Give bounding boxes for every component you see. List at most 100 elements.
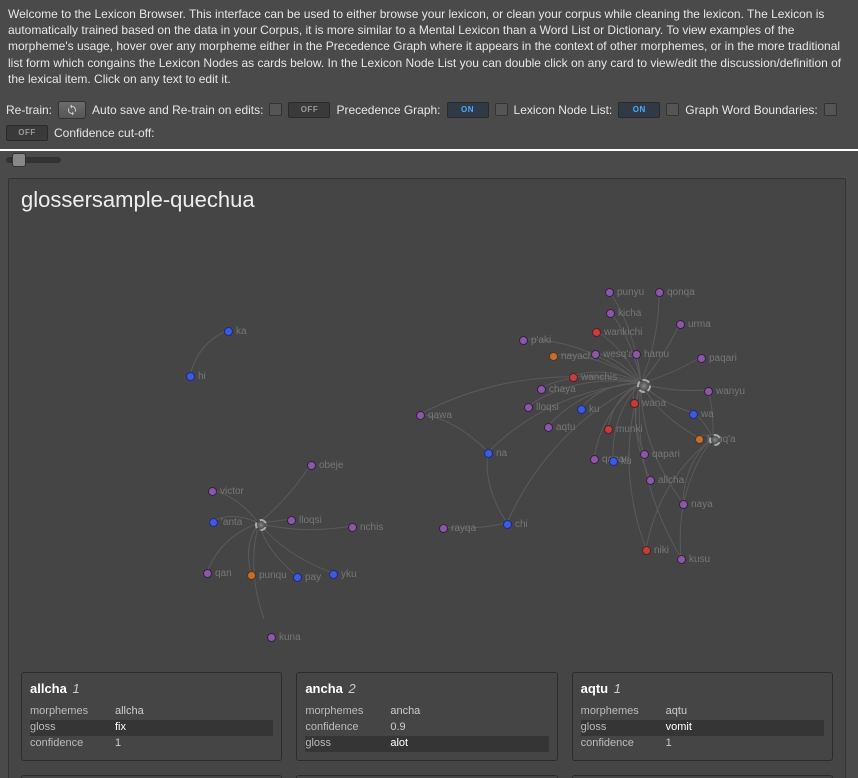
graph-node-wankichi[interactable]: wankichi [592,327,642,338]
card-row[interactable]: glossvomit [581,720,824,736]
graph-node-hamu[interactable]: hamu [632,349,669,360]
node-label: wa [701,409,714,420]
graph-node-chaya[interactable]: chaya [537,384,576,395]
graph-node-chi[interactable]: chi [503,519,528,530]
card-field-key: morphemes [581,704,666,720]
intro-text: Welcome to the Lexicon Browser. This int… [0,0,858,97]
graph-node-pay[interactable]: pay [293,572,321,583]
node-dot [484,449,493,458]
graph-node-yku[interactable]: yku [329,569,357,580]
graph-node-lloqsi[interactable]: lloqsi [287,515,322,526]
graph-node-lloqsi2[interactable]: lloqsi [524,402,559,413]
graph-node-qan[interactable]: qan [203,568,232,579]
nodelist-toggle[interactable]: ON [618,102,660,118]
card-row[interactable]: morphemesancha [305,704,548,720]
precedence-checkbox[interactable] [495,103,508,116]
node-dot [679,500,688,509]
precedence-toggle[interactable]: ON [447,102,489,118]
node-dot [646,476,655,485]
card-field-value[interactable]: aqtu [666,704,824,720]
card-row[interactable]: confidence1 [30,736,273,752]
retrain-button[interactable] [58,101,86,119]
graph-node-nayachi[interactable]: nayachi [549,351,595,362]
graph-node-wanyu[interactable]: wanyu [704,386,745,397]
graph-node-na[interactable]: na [484,448,507,459]
precedence-graph[interactable]: kahiobejevictor'antalloqsinchisqanpunqup… [9,179,845,619]
graph-node-wana[interactable]: wana [630,398,666,409]
card-field-value[interactable]: 1 [666,736,824,752]
node-dot [209,518,218,527]
graph-node-anta[interactable]: 'anta [209,517,242,528]
card-title[interactable]: allcha 1 [30,681,273,696]
node-label: wankichi [604,327,642,338]
graph-node-paqari[interactable]: paqari [697,353,737,364]
node-label: lloqsi [299,515,322,526]
card-row[interactable]: glossfix [30,720,273,736]
graph-node-ku2[interactable]: ku [609,456,632,467]
graph-node-naya[interactable]: naya [679,499,713,510]
graph-hub-hub3[interactable] [709,434,721,446]
graph-node-kicha[interactable]: kicha [606,308,641,319]
graph-node-qawa[interactable]: qawa [416,410,452,421]
graph-node-p'aki[interactable]: p'aki [519,335,551,346]
graph-node-punyu[interactable]: punyu [605,287,644,298]
card-field-value[interactable]: 1 [115,736,273,752]
graph-node-qapari2[interactable]: qapari [640,449,680,460]
boundaries-checkbox[interactable] [824,103,837,116]
node-label: kuna [279,632,301,643]
main-panel: glossersample-quechua kahiobejevictor'an… [8,178,846,778]
card-field-key: morphemes [30,704,115,720]
card-field-value[interactable]: fix [115,720,273,736]
card-title[interactable]: ancha 2 [305,681,548,696]
autosave-checkbox[interactable] [269,103,282,116]
graph-node-niki[interactable]: niki [642,545,669,556]
graph-node-nchis[interactable]: nchis [348,522,383,533]
card-row[interactable]: morphemesallcha [30,704,273,720]
node-dot [267,633,276,642]
lexicon-card-allcha[interactable]: allcha 1 morphemesallchaglossfixconfidenc… [21,672,282,761]
graph-node-munki[interactable]: munki [604,424,643,435]
card-field-value[interactable]: ancha [390,704,548,720]
lexicon-card-aqtu[interactable]: aqtu 1 morphemesaqtuglossvomitconfidence1 [572,672,833,761]
card-field-value[interactable]: allcha [115,704,273,720]
graph-node-obeje[interactable]: obeje [307,460,343,471]
graph-node-urma[interactable]: urma [676,319,711,330]
graph-node-allcha[interactable]: allcha [646,475,684,486]
graph-node-kuna[interactable]: kuna [267,632,301,643]
node-label: na [496,448,507,459]
graph-hub-hub2[interactable] [255,519,267,531]
autosave-toggle[interactable]: OFF [288,102,330,118]
graph-node-hi[interactable]: hi [186,371,206,382]
graph-node-qonqa[interactable]: qonqa [655,287,695,298]
graph-node-victor[interactable]: victor [208,486,244,497]
boundaries-toggle[interactable]: OFF [6,125,48,141]
node-dot [329,570,338,579]
graph-node-punqu[interactable]: punqu [247,570,287,581]
card-row[interactable]: glossalot [305,736,548,752]
graph-hub-hub1[interactable] [637,379,651,393]
card-field-value[interactable]: 0.9 [390,720,548,736]
graph-node-kusu[interactable]: kusu [677,554,710,565]
cutoff-slider[interactable] [6,157,61,163]
card-row[interactable]: morphemesaqtu [581,704,824,720]
graph-node-wesq'a[interactable]: wesq'a [591,349,634,360]
lexicon-card-ancha[interactable]: ancha 2 morphemesanchaconfidence0.9glossa… [296,672,557,761]
graph-node-ka[interactable]: ka [224,326,247,337]
node-label: wanyu [716,386,745,397]
card-field-value[interactable]: vomit [666,720,824,736]
node-dot [655,288,664,297]
nodelist-checkbox[interactable] [666,103,679,116]
node-label: qan [215,568,232,579]
graph-node-rayqa[interactable]: rayqa [439,523,476,534]
node-dot [704,387,713,396]
card-row[interactable]: confidence1 [581,736,824,752]
nodelist-label: Lexicon Node List: [514,103,613,117]
card-row[interactable]: confidence0.9 [305,720,548,736]
graph-node-wa[interactable]: wa [689,409,714,420]
card-field-value[interactable]: alot [390,736,548,752]
graph-node-wanchis[interactable]: wanchis [569,372,617,383]
node-dot [186,372,195,381]
graph-node-aqtu[interactable]: aqtu [544,422,575,433]
graph-node-ku[interactable]: ku [577,404,600,415]
card-title[interactable]: aqtu 1 [581,681,824,696]
